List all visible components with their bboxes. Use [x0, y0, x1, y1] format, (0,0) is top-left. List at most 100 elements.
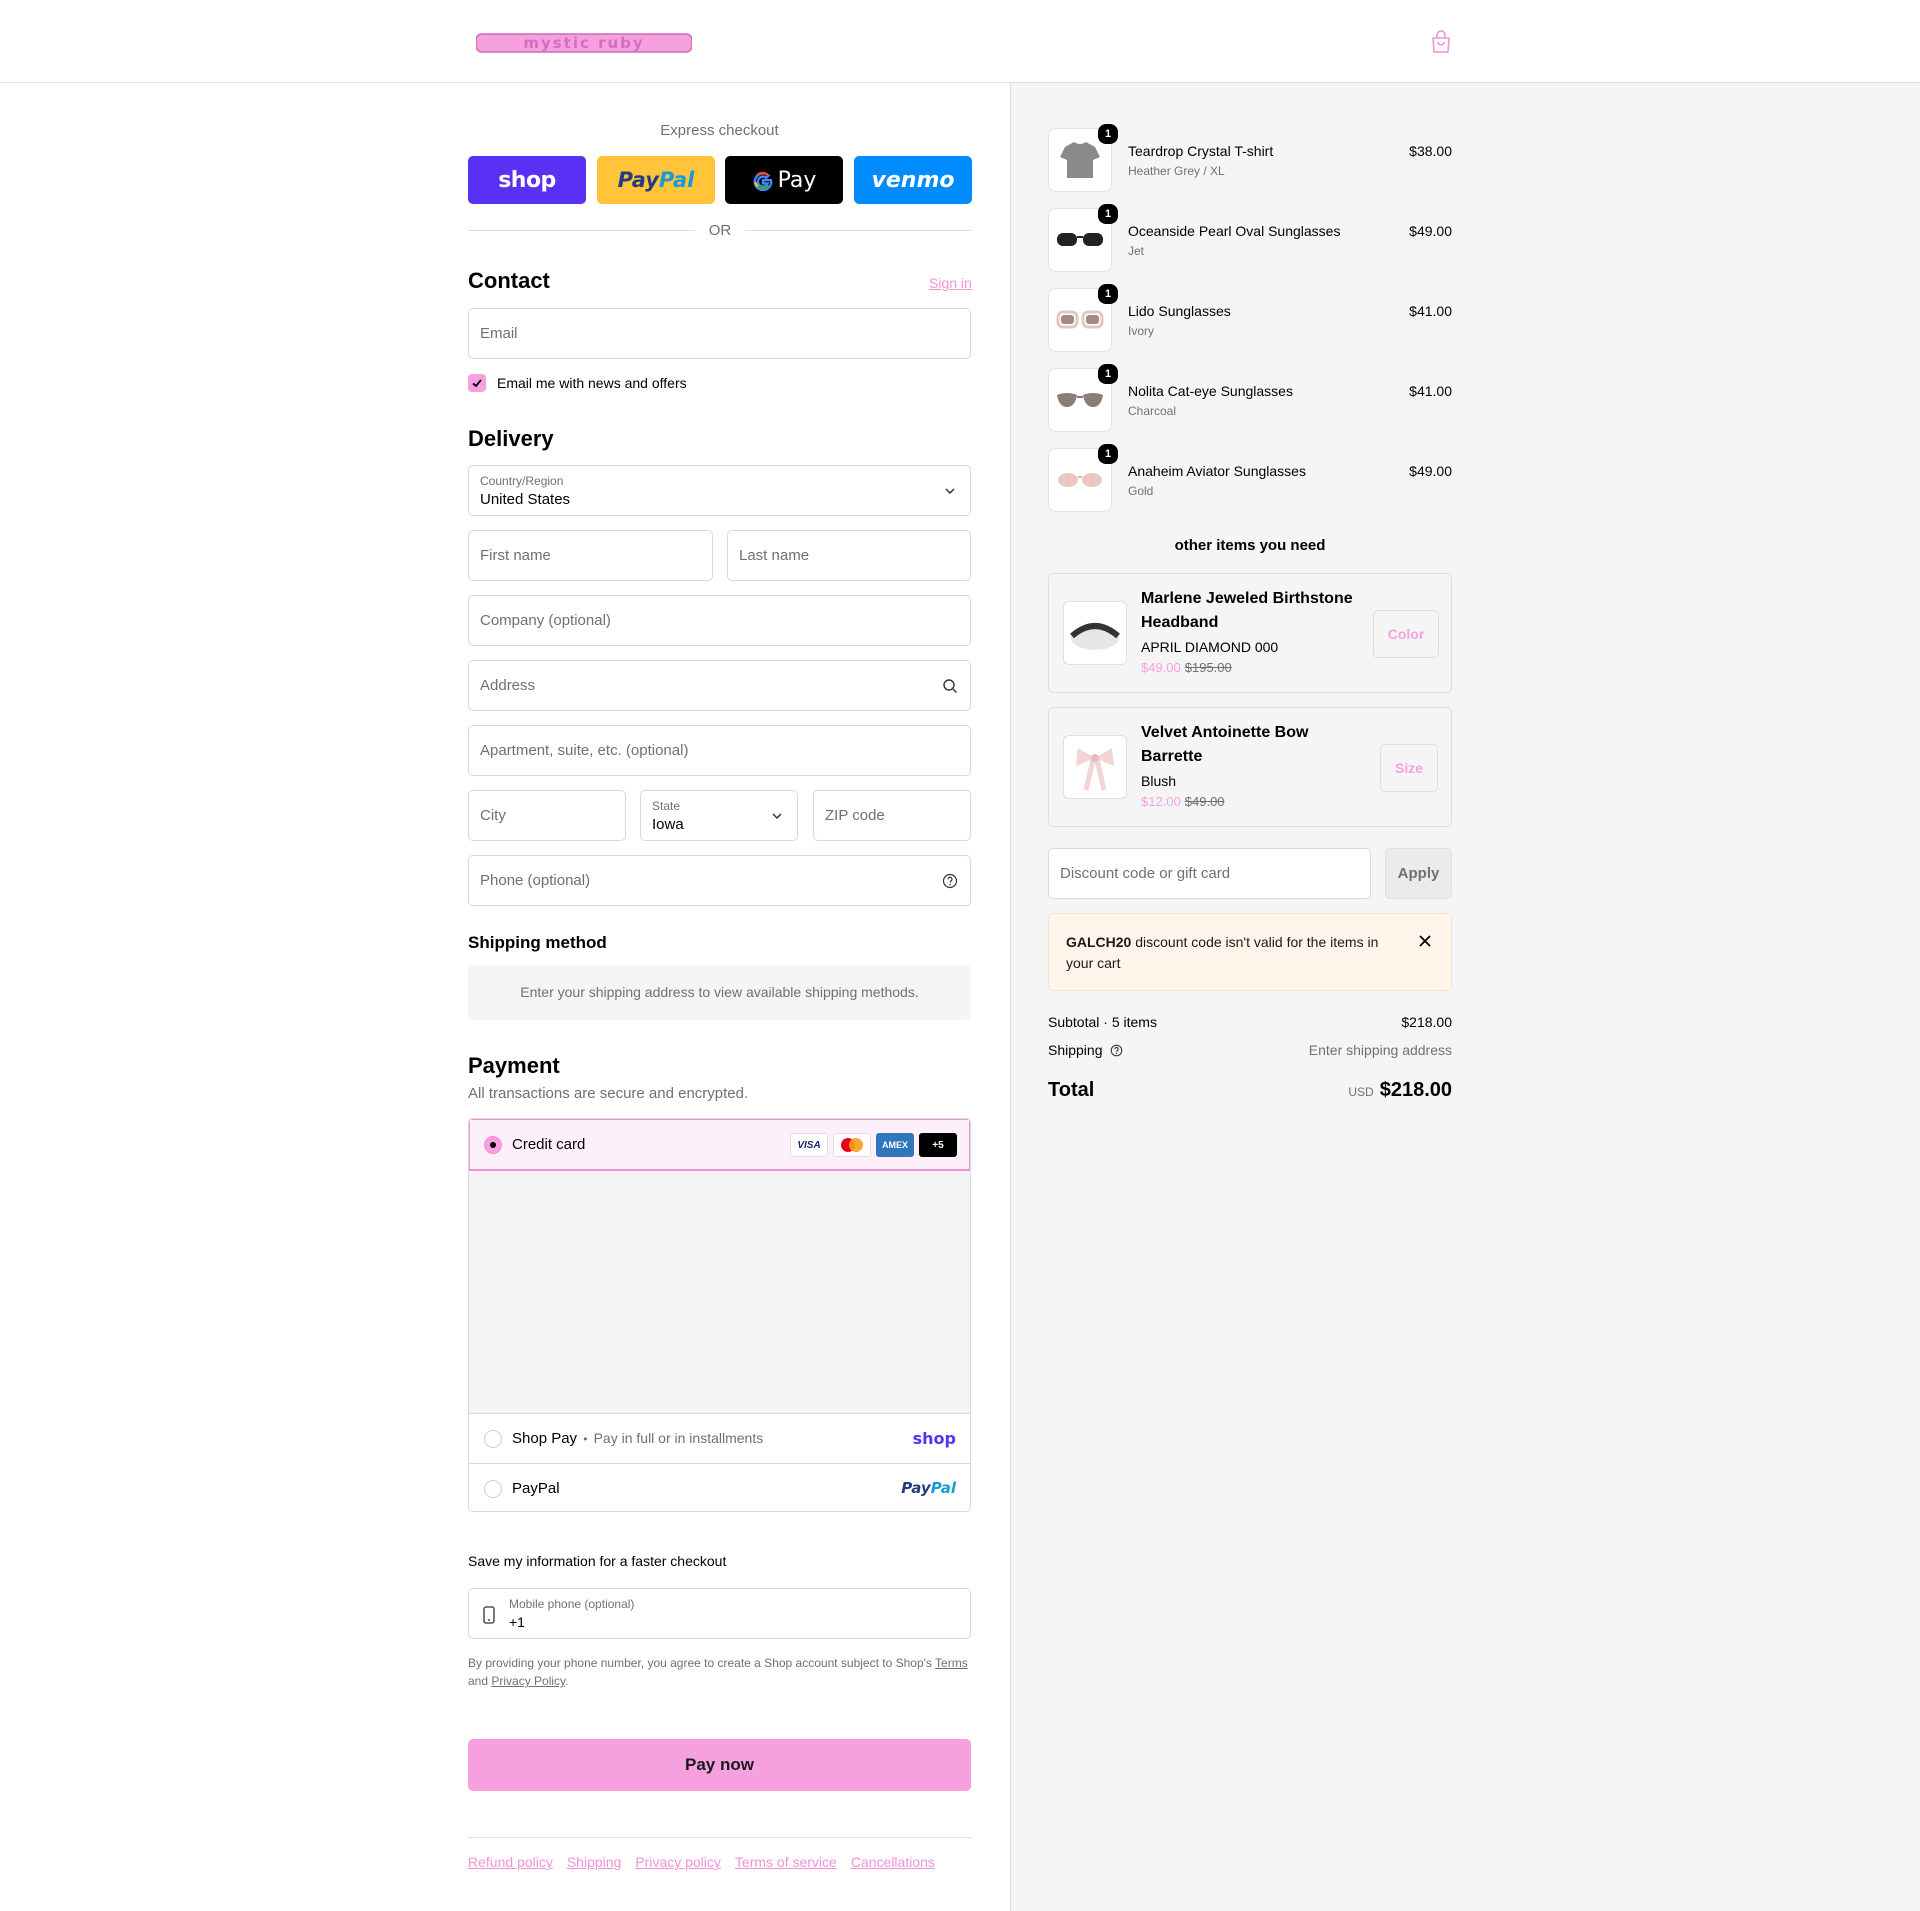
email-placeholder: Email	[480, 325, 518, 342]
store-logo[interactable]: mystic ruby	[476, 28, 692, 56]
first-name-field[interactable]: First name	[468, 530, 713, 581]
upsell-sale-price: $49.00	[1141, 660, 1181, 675]
venmo-button[interactable]: venmo	[854, 156, 972, 204]
total-value: $218.00	[1379, 1079, 1452, 1101]
paypal-logo: PayPal	[901, 1479, 956, 1497]
item-variant: Gold	[1128, 484, 1154, 498]
checkmark-icon	[472, 379, 482, 388]
upsell-variant: Blush	[1141, 773, 1177, 789]
quantity-badge: 1	[1098, 444, 1118, 464]
country-select[interactable]: Country/Region United States	[468, 465, 971, 516]
bow-image	[1076, 748, 1114, 791]
item-variant: Heather Grey / XL	[1128, 164, 1225, 178]
email-field[interactable]: Email	[468, 308, 971, 359]
address-placeholder: Address	[480, 677, 536, 694]
quantity-badge: 1	[1098, 124, 1118, 144]
amex-icon: AMEX	[876, 1133, 914, 1157]
zip-placeholder: ZIP code	[825, 807, 885, 824]
shipping-link[interactable]: Shipping	[567, 1854, 622, 1870]
gpay-text: Pay	[777, 167, 817, 193]
upsell-sale-price: $12.00	[1141, 794, 1181, 809]
google-g-icon	[753, 171, 773, 191]
save-info-heading: Save my information for a faster checkou…	[468, 1553, 727, 1569]
privacy-policy-link[interactable]: Privacy Policy	[491, 1674, 565, 1688]
shipping-value: Enter shipping address	[1308, 1042, 1452, 1058]
city-field[interactable]: City	[468, 790, 626, 841]
phone-placeholder: Phone (optional)	[480, 872, 591, 889]
item-price: $49.00	[1409, 463, 1452, 479]
chevron-down-icon	[772, 813, 782, 820]
total-currency: USD	[1348, 1085, 1374, 1099]
total-value-wrap: USD $218.00	[1252, 1079, 1452, 1102]
help-icon[interactable]	[1110, 1044, 1123, 1057]
country-value: United States	[480, 491, 571, 508]
city-placeholder: City	[480, 807, 506, 824]
upsell-heading: other items you need	[1174, 537, 1326, 554]
more-cards-badge: +5	[919, 1133, 957, 1157]
help-icon[interactable]	[942, 873, 958, 889]
legal-text-2: and	[468, 1674, 492, 1688]
logo-text: mystic ruby	[523, 34, 644, 52]
paypal-button[interactable]: Pay Pal	[597, 156, 715, 204]
shop-pay-radio[interactable]	[484, 1430, 502, 1448]
mobile-phone-field[interactable]: Mobile phone (optional) +1	[468, 1588, 971, 1639]
close-icon[interactable]	[1417, 933, 1433, 949]
shop-pay-button[interactable]: shop	[468, 156, 586, 204]
item-price: $41.00	[1409, 303, 1452, 319]
shop-pay-label: Shop Pay • Pay in full or in installment…	[512, 1430, 763, 1447]
shop-pay-option[interactable]: Shop Pay • Pay in full or in installment…	[469, 1414, 970, 1464]
discount-code: GALCH20	[1066, 934, 1132, 950]
upsell-price: $49.00 $195.00	[1141, 660, 1232, 675]
shop-pay-logo: shop	[912, 1429, 956, 1448]
terms-of-service-link[interactable]: Terms of service	[735, 1854, 837, 1870]
upsell-name-line-1: Velvet Antoinette Bow	[1141, 724, 1309, 741]
credit-card-radio[interactable]	[484, 1136, 502, 1154]
upsell-name-line-1: Marlene Jeweled Birthstone	[1141, 590, 1353, 607]
company-placeholder: Company (optional)	[480, 612, 611, 629]
company-field[interactable]: Company (optional)	[468, 595, 971, 646]
paypal-text-b: Pal	[658, 168, 695, 192]
item-price: $38.00	[1409, 143, 1452, 159]
subtotal-label: Subtotal · 5 items	[1048, 1014, 1157, 1030]
phone-field[interactable]: Phone (optional)	[468, 855, 971, 906]
apply-discount-button[interactable]: Apply	[1385, 848, 1452, 899]
apartment-field[interactable]: Apartment, suite, etc. (optional)	[468, 725, 971, 776]
credit-card-option[interactable]: Credit card VISA AMEX +5	[469, 1119, 970, 1171]
payment-heading: Payment	[468, 1053, 560, 1078]
paypal-option[interactable]: PayPal PayPal	[469, 1465, 970, 1511]
mobile-phone-label: Mobile phone (optional)	[509, 1597, 635, 1611]
credit-card-label: Credit card	[512, 1136, 586, 1153]
terms-link[interactable]: Terms	[935, 1656, 968, 1670]
address-field[interactable]: Address	[468, 660, 971, 711]
discount-placeholder: Discount code or gift card	[1060, 865, 1231, 882]
total-label: Total	[1048, 1079, 1095, 1101]
upsell-variant: APRIL DIAMOND 000	[1141, 639, 1279, 655]
upsell-name-line-2: Barrette	[1141, 748, 1203, 765]
apartment-placeholder: Apartment, suite, etc. (optional)	[480, 742, 689, 759]
paypal-radio[interactable]	[484, 1480, 502, 1498]
order-summary	[1010, 83, 1920, 1911]
state-select[interactable]: State Iowa	[640, 790, 798, 841]
shop-pay-description: Pay in full or in installments	[593, 1430, 764, 1446]
legal-text-1: By providing your phone number, you agre…	[468, 1656, 936, 1670]
paypal-logo-a: Pay	[901, 1479, 931, 1497]
upsell-size-button[interactable]: Size	[1380, 744, 1438, 792]
shop-pay-name: Shop Pay	[512, 1430, 578, 1447]
cancellations-link[interactable]: Cancellations	[851, 1854, 935, 1870]
upsell-color-button[interactable]: Color	[1373, 610, 1439, 658]
item-variant: Charcoal	[1128, 404, 1177, 418]
sign-in-link[interactable]: Sign in	[929, 275, 972, 291]
last-name-field[interactable]: Last name	[727, 530, 971, 581]
pay-now-button[interactable]: Pay now	[468, 1739, 971, 1791]
news-checkbox[interactable]	[468, 374, 486, 392]
credit-card-form	[469, 1171, 970, 1414]
zip-field[interactable]: ZIP code	[813, 790, 971, 841]
item-variant: Ivory	[1128, 324, 1155, 338]
privacy-policy-footer-link[interactable]: Privacy policy	[635, 1854, 721, 1870]
google-pay-button[interactable]: Pay	[725, 156, 843, 204]
discount-code-field[interactable]: Discount code or gift card	[1048, 848, 1371, 899]
shipping-label: Shipping	[1048, 1042, 1123, 1058]
upsell-name-line-2: Headband	[1141, 614, 1219, 631]
shopping-bag-icon[interactable]	[1430, 30, 1452, 54]
refund-policy-link[interactable]: Refund policy	[468, 1854, 553, 1870]
